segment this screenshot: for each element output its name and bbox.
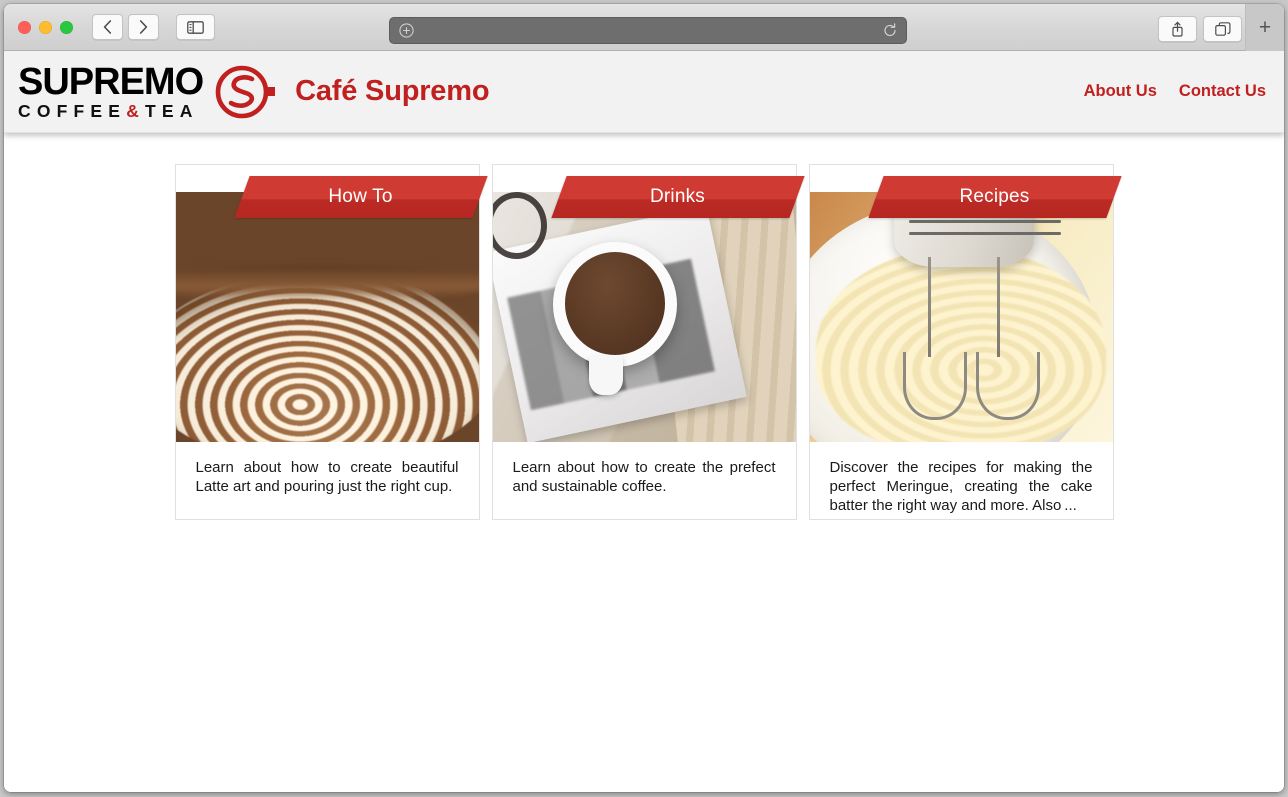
browser-toolbar: +	[4, 4, 1284, 51]
forward-button[interactable]	[128, 14, 159, 40]
card-media	[809, 192, 1113, 442]
card-description: Learn about how to create beautiful Latt…	[195, 459, 459, 496]
logo-coffee-text: COFFEE	[18, 100, 127, 121]
page-title: Café Supremo	[295, 75, 490, 107]
sidebar-toggle-button[interactable]	[176, 14, 215, 40]
cards-area: How To Learn about how to create beautif…	[4, 133, 1284, 520]
card-how-to[interactable]: How To Learn about how to create beautif…	[174, 164, 488, 520]
card-media	[492, 192, 796, 442]
new-tab-button[interactable]: +	[1245, 4, 1284, 51]
card-media	[175, 192, 479, 442]
hand-mixer-whipping-cream-photo	[809, 192, 1113, 442]
coffee-surface	[565, 252, 666, 355]
logo-primary-text: SUPREMO	[18, 60, 204, 103]
card-ribbon-label: Recipes	[959, 186, 1030, 207]
page-viewport: SUPREMO COFFEE&TEA Café Supremo About Us…	[4, 51, 1284, 792]
beater-shaft	[927, 257, 931, 357]
chevron-right-icon	[139, 20, 148, 34]
cards-row: How To Learn about how to create beautif…	[4, 164, 1284, 520]
nav-link-about-us[interactable]: About Us	[1084, 82, 1157, 101]
beater-whisk	[903, 352, 967, 420]
mixer-vent	[982, 219, 1061, 223]
card-recipes[interactable]: Recipes Discover the recipes for making …	[808, 164, 1122, 520]
cup-handle	[589, 354, 623, 395]
site-nav: About Us Contact Us	[1084, 82, 1266, 101]
tab-overview-icon	[1214, 21, 1230, 36]
browser-window: + SUPREMO COFFEE&TEA Café Supremo About …	[4, 4, 1284, 792]
site-header: SUPREMO COFFEE&TEA Café Supremo About Us…	[4, 51, 1284, 133]
chevron-left-icon	[103, 20, 112, 34]
card-ribbon-label: How To	[328, 186, 393, 207]
minimize-window-button[interactable]	[39, 20, 52, 34]
nav-link-contact-us[interactable]: Contact Us	[1179, 82, 1266, 101]
supremo-s-emblem-icon	[215, 65, 276, 118]
logo-wordmark: SUPREMO COFFEE&TEA	[18, 60, 204, 121]
close-window-button[interactable]	[18, 20, 31, 34]
mixer-vent	[909, 232, 989, 235]
beater-shaft	[997, 257, 1001, 357]
navigation-buttons	[92, 14, 159, 40]
whipped-cream	[815, 247, 1107, 442]
new-tab-label: +	[1258, 15, 1272, 39]
mixer-vent	[982, 232, 1061, 235]
add-bookmark-icon[interactable]	[399, 23, 414, 38]
window-controls	[18, 20, 73, 34]
card-description: Learn about how to create the prefect an…	[512, 459, 776, 496]
sidebar-icon	[187, 20, 204, 34]
address-bar-container	[389, 17, 907, 44]
logo-tea-text: TEA	[145, 100, 199, 121]
coffee-mug-on-magazine-photo	[492, 192, 796, 442]
maximize-window-button[interactable]	[60, 20, 73, 34]
card-drinks[interactable]: Drinks Learn about how to create the pre…	[491, 164, 805, 520]
mixer-vent	[909, 219, 989, 223]
card-ribbon-label: Drinks	[649, 186, 706, 207]
reload-icon[interactable]	[883, 23, 897, 38]
share-button[interactable]	[1158, 16, 1197, 42]
share-icon	[1172, 21, 1183, 37]
brand-block[interactable]: SUPREMO COFFEE&TEA Café Supremo	[18, 60, 490, 121]
logo-secondary-text: COFFEE&TEA	[18, 100, 203, 121]
card-description: Discover the recipes for making the perf…	[829, 459, 1093, 515]
toolbar-right-buttons	[1158, 16, 1242, 42]
tab-overview-button[interactable]	[1203, 16, 1242, 42]
logo-ampersand: &	[126, 100, 146, 121]
address-bar[interactable]	[389, 17, 907, 44]
latte-art-photo	[175, 192, 479, 442]
logo-emblem	[215, 63, 277, 121]
beater-whisk	[976, 352, 1040, 420]
back-button[interactable]	[92, 14, 123, 40]
